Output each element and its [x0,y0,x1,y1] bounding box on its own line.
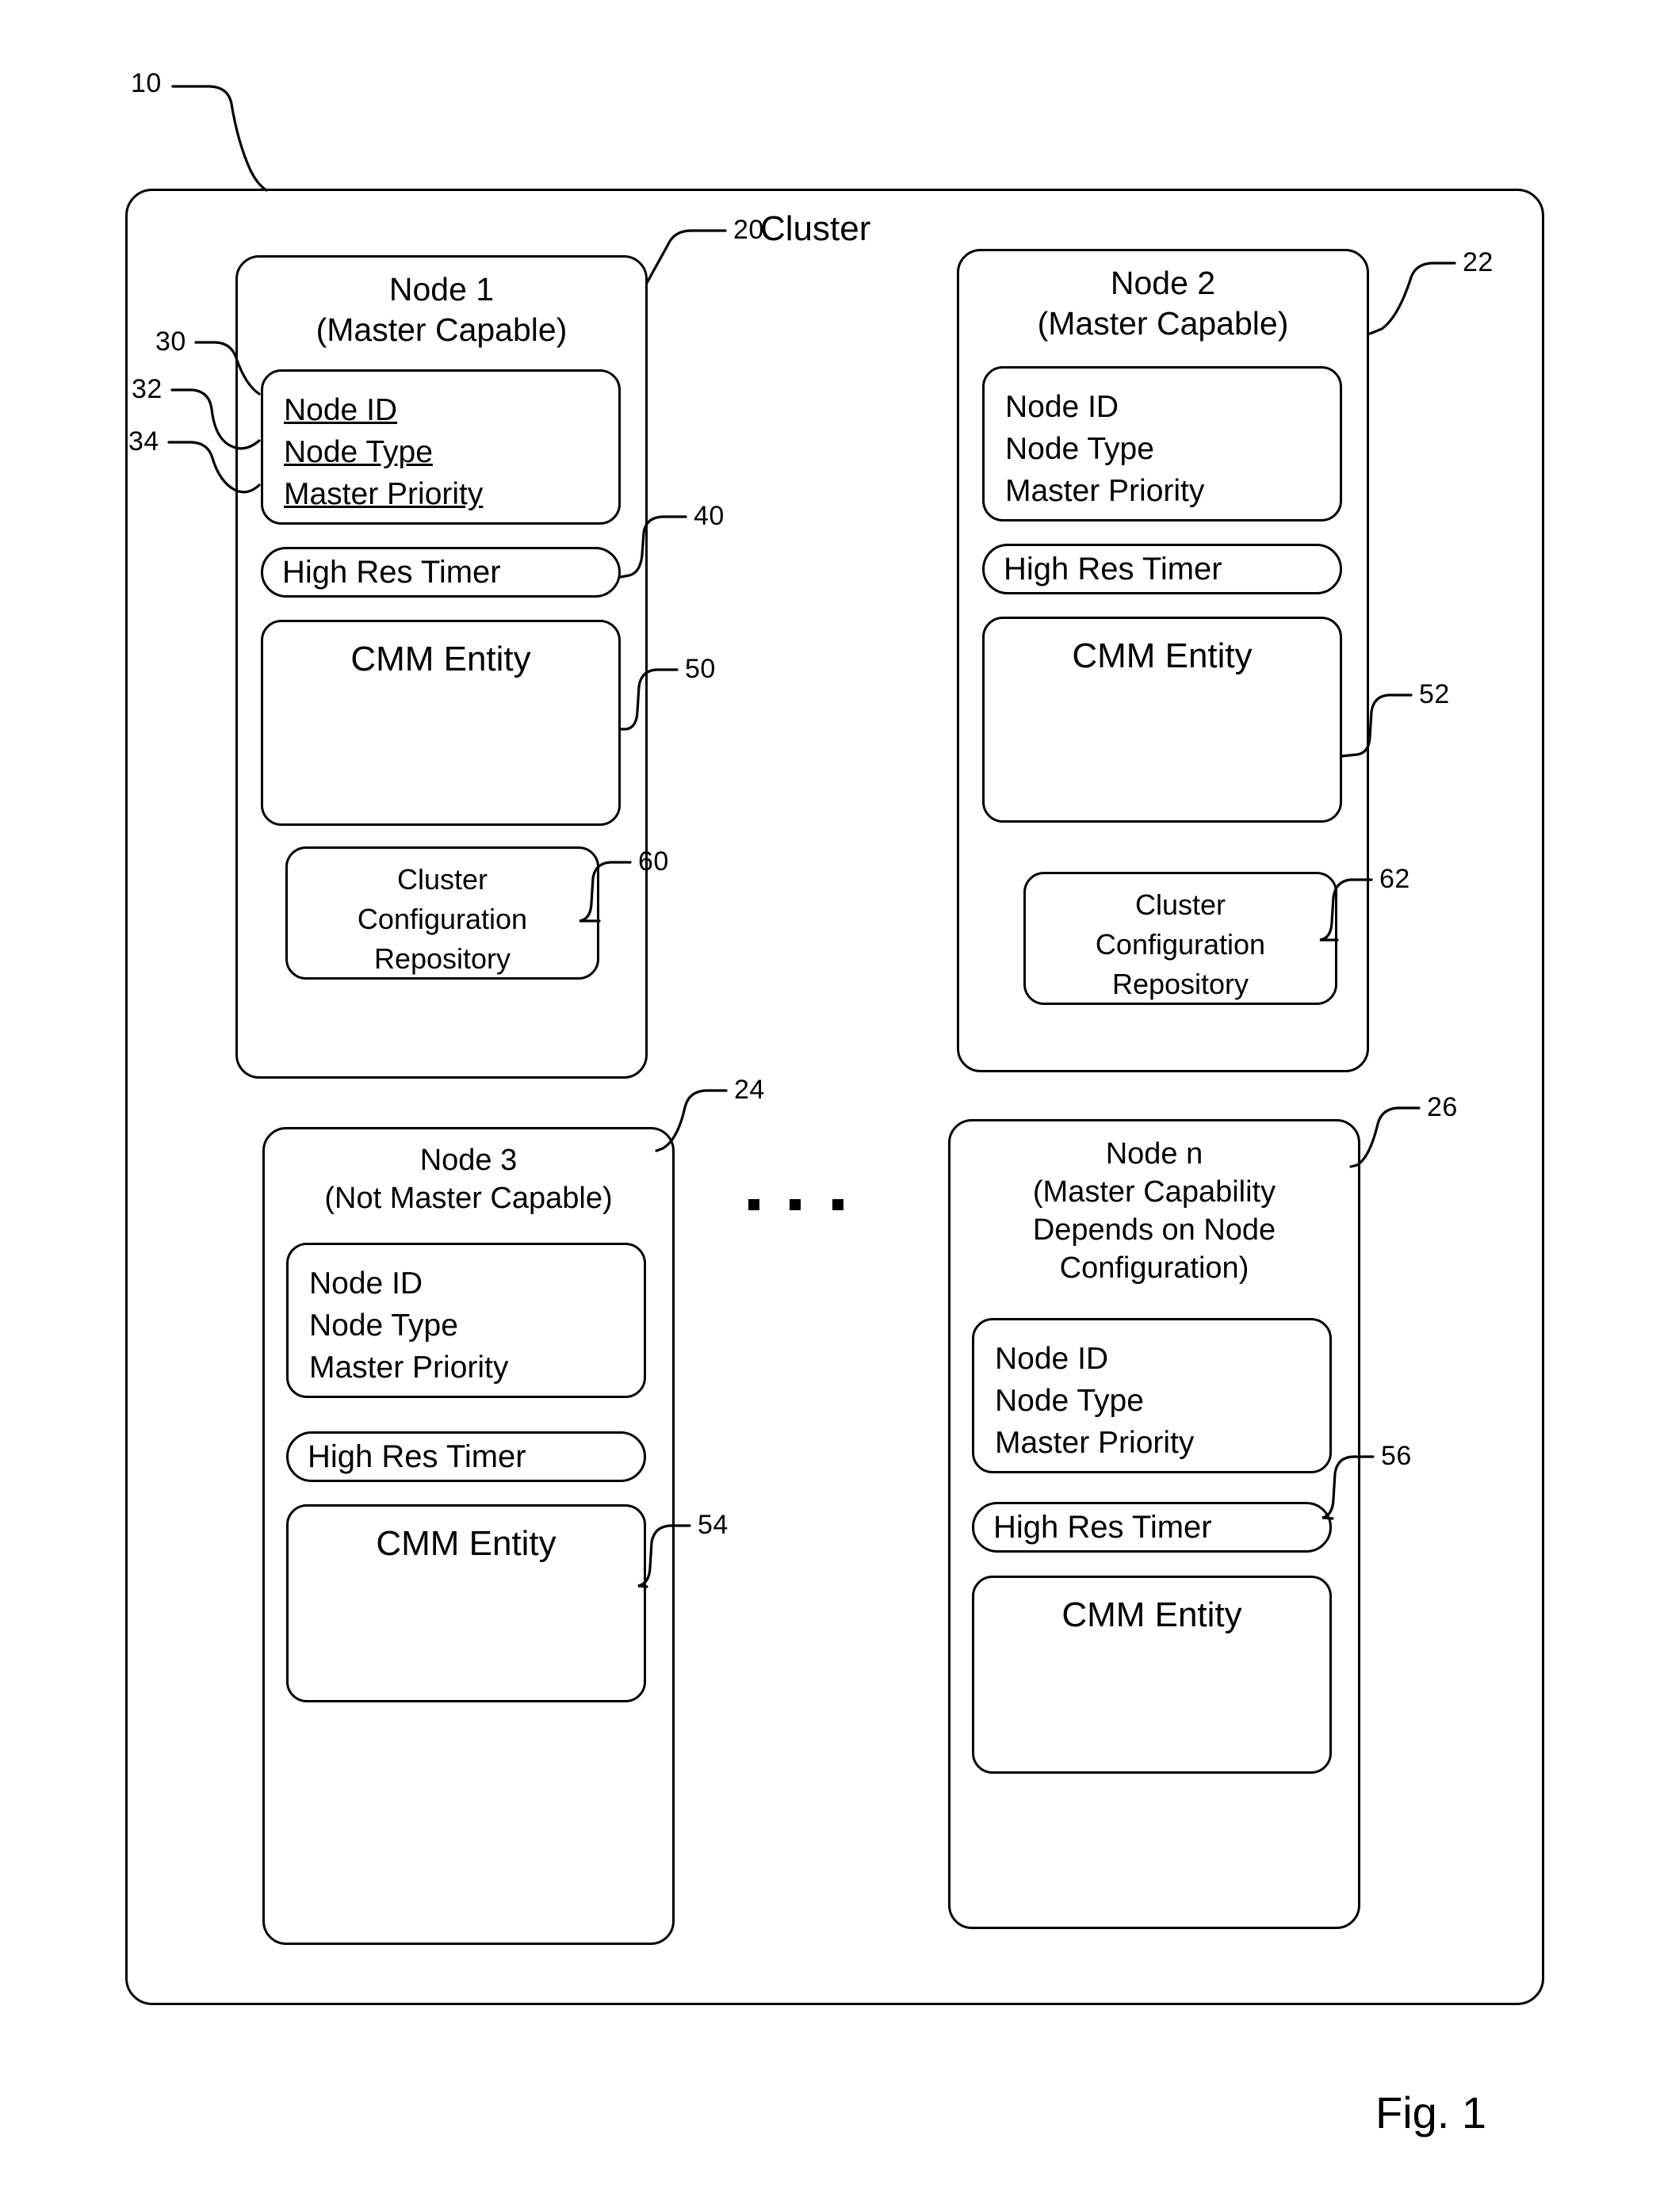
node-1-title: Node 1 (Master Capable) [316,271,568,348]
node-2-high-res-timer: High Res Timer [982,544,1342,594]
node-3-node-id-label: Node ID [309,1266,423,1301]
node-1-repository-label: Cluster Configuration Repository [357,863,528,975]
node-1-cmm-entity-label: CMM Entity [350,640,531,678]
ref-numeral-system: 10 [131,68,162,98]
node-1-high-res-timer-label: High Res Timer [282,555,501,590]
node-1-node-id-label: Node ID [284,393,398,427]
node-1-high-res-timer: High Res Timer [261,547,621,598]
node-n-high-res-timer-label: High Res Timer [993,1510,1212,1545]
node-3-attributes-box: Node ID Node Type Master Priority [286,1243,646,1398]
node-n-high-res-timer: High Res Timer [972,1502,1332,1553]
node-n-node-id-label: Node ID [995,1342,1109,1376]
ellipsis-dots [748,1199,851,1223]
node-2-node-id-label: Node ID [1005,390,1119,424]
node-1-node-type-label: Node Type [284,435,433,469]
node-3-title: Node 3 (Not Master Capable) [324,1144,613,1215]
node-3-master-priority-label: Master Priority [309,1351,509,1385]
node-2-attributes-box: Node ID Node Type Master Priority [982,366,1342,521]
patent-figure-page: 10 20 22 30 32 34 40 50 52 60 62 24 26 5… [0,0,1660,2212]
node-3-cmm-entity: CMM Entity [286,1504,646,1702]
node-n-title: Node n (Master Capability Depends on Nod… [1032,1137,1276,1285]
node-3-cmm-entity-label: CMM Entity [376,1524,557,1563]
node-n-node-type-label: Node Type [995,1384,1144,1418]
node-1-cmm-entity: CMM Entity [261,620,621,826]
node-n-attributes-box: Node ID Node Type Master Priority [972,1318,1332,1473]
node-1-master-priority-label: Master Priority [284,477,484,511]
ellipsis-dot [748,1199,759,1210]
node-1-attributes-box: Node ID Node Type Master Priority [261,369,621,525]
cluster-label: Cluster [760,209,871,248]
node-2-repository-label: Cluster Configuration Repository [1095,888,1266,1000]
node-2-node-type-label: Node Type [1005,432,1154,466]
ellipsis-dot [790,1199,801,1210]
node-2-master-priority-label: Master Priority [1005,474,1205,508]
leader-line-system [171,85,268,192]
node-1-cluster-configuration-repository: Cluster Configuration Repository [285,846,599,980]
node-2-cluster-configuration-repository: Cluster Configuration Repository [1023,872,1337,1005]
node-3-node-type-label: Node Type [309,1308,458,1343]
node-n-cmm-entity-label: CMM Entity [1061,1595,1242,1634]
ellipsis-dot [832,1199,843,1210]
node-3-high-res-timer: High Res Timer [286,1431,646,1482]
figure-caption: Fig. 1 [1375,2088,1487,2138]
node-2-high-res-timer-label: High Res Timer [1004,552,1222,586]
node-3-high-res-timer-label: High Res Timer [308,1439,526,1474]
node-n-master-priority-label: Master Priority [995,1426,1195,1460]
node-n-cmm-entity: CMM Entity [972,1576,1332,1774]
node-2-title: Node 2 (Master Capable) [1037,265,1289,342]
node-2-cmm-entity: CMM Entity [982,617,1342,823]
node-2-cmm-entity-label: CMM Entity [1072,636,1253,675]
